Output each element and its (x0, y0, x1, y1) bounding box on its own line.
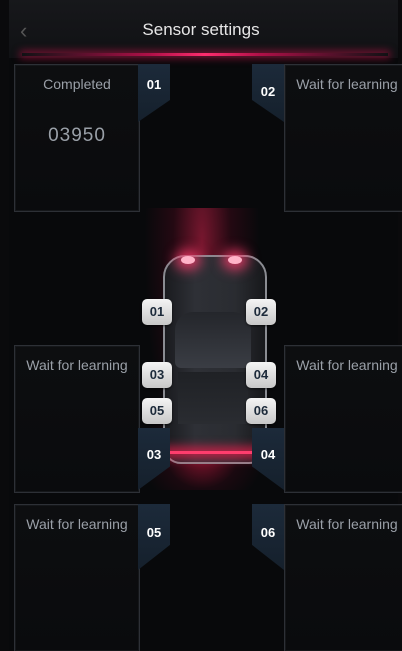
sensor-panel-03[interactable]: Wait for learning (14, 345, 140, 493)
sensor-status: Wait for learning (26, 516, 128, 532)
sensor-status: Wait for learning (26, 357, 128, 373)
car-badge-04: 04 (246, 362, 276, 388)
sensor-panel-05[interactable]: Wait for learning (14, 504, 140, 651)
sensor-panel-02[interactable]: Wait for learning (284, 64, 402, 212)
page-title: Sensor settings (142, 20, 260, 39)
car-badge-01: 01 (142, 299, 172, 325)
car-badge-03: 03 (142, 362, 172, 388)
car-windshield (175, 312, 251, 368)
sensor-status: Completed (43, 76, 111, 92)
car-roof (178, 372, 248, 424)
sensor-status: Wait for learning (296, 76, 398, 92)
sensor-status: Wait for learning (296, 357, 398, 373)
headlight-left (181, 256, 195, 264)
sensor-panel-06[interactable]: Wait for learning (284, 504, 402, 651)
sensor-value: 03950 (48, 125, 106, 146)
car-badge-05: 05 (142, 398, 172, 424)
header-accent-line (22, 53, 388, 56)
sensor-panel-01[interactable]: Completed 03950 (14, 64, 140, 212)
headlight-right (228, 256, 242, 264)
car-badge-06: 06 (246, 398, 276, 424)
taillight-bar (166, 451, 258, 454)
sensor-status: Wait for learning (296, 516, 398, 532)
car-badge-02: 02 (246, 299, 276, 325)
sensor-panel-04[interactable]: Wait for learning (284, 345, 402, 493)
